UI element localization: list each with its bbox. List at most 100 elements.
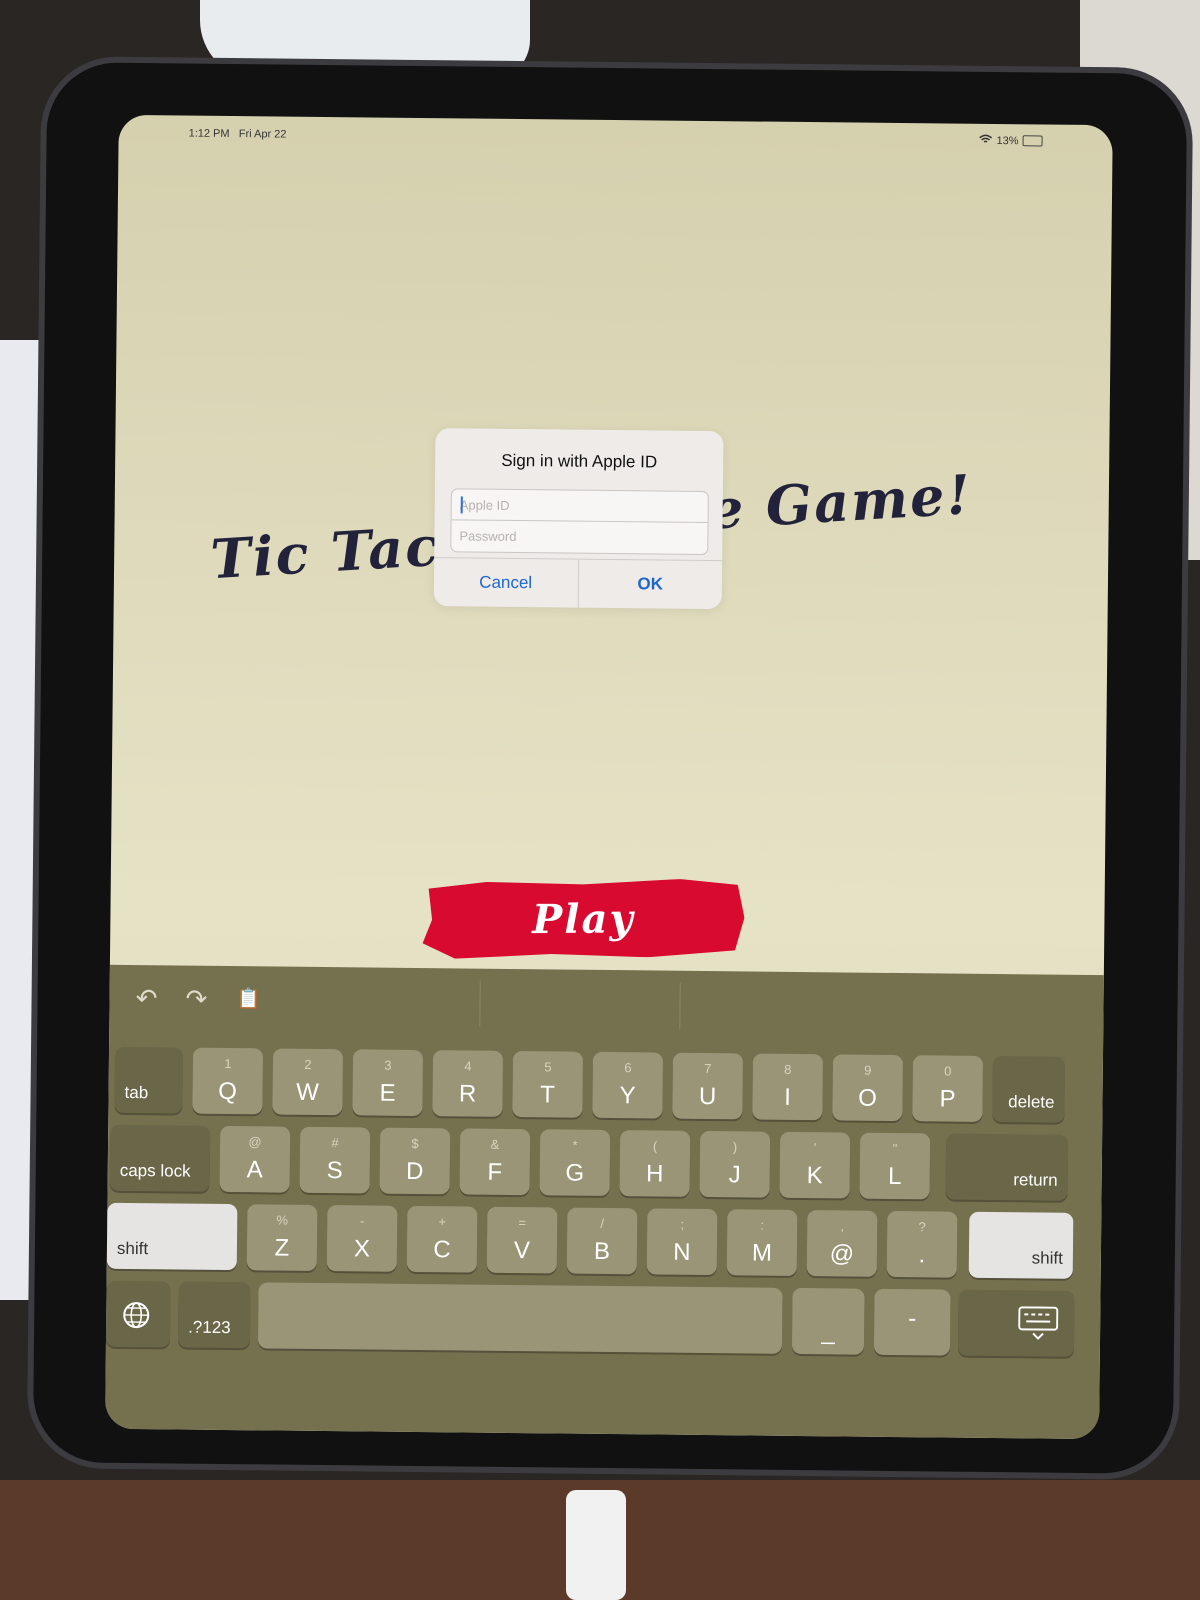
shift-key-left[interactable]: shift <box>106 1202 238 1271</box>
key-z[interactable]: % Z <box>246 1204 318 1271</box>
ok-button[interactable]: OK <box>577 559 723 610</box>
undo-icon[interactable]: ↶ <box>131 983 161 1013</box>
delete-key-label: delete <box>1008 1092 1055 1112</box>
key-label: R <box>458 1080 477 1108</box>
key-alt-label: # <box>331 1135 339 1151</box>
key-alt-label: " <box>892 1140 898 1157</box>
apple-id-field[interactable] <box>451 489 708 523</box>
key-alt-label: 3 <box>384 1057 392 1073</box>
key-alt-label: ? <box>918 1219 926 1235</box>
underscore-key[interactable]: _ <box>791 1287 865 1355</box>
key-k[interactable]: ' K <box>779 1131 851 1199</box>
key-alt-label: 0 <box>944 1063 952 1079</box>
numbers-key[interactable]: .?123 <box>177 1281 251 1349</box>
key-label: T <box>540 1081 556 1109</box>
key-label: E <box>379 1079 396 1107</box>
key-alt-label: 6 <box>624 1060 632 1076</box>
key-label: @ <box>829 1240 855 1268</box>
key-label: J <box>728 1161 741 1189</box>
numbers-key-label: .?123 <box>188 1317 231 1338</box>
key-label: U <box>698 1082 717 1111</box>
key-u[interactable]: 7U <box>672 1052 744 1120</box>
key-i[interactable]: 8I <box>752 1053 824 1121</box>
key-y[interactable]: 6Y <box>592 1051 664 1119</box>
key-label: L <box>887 1162 902 1191</box>
key-q[interactable]: 1Q <box>192 1047 264 1115</box>
ipad-screen: 1:12 PM Fri Apr 22 13% Tic Tac e Game! P… <box>105 114 1113 1440</box>
key-p[interactable]: 0P <box>912 1055 984 1122</box>
delete-key[interactable]: delete <box>992 1056 1066 1123</box>
return-key[interactable]: return <box>945 1133 1069 1201</box>
key-f[interactable]: & F <box>459 1128 531 1196</box>
key-label: Q <box>218 1077 238 1106</box>
key-label: G <box>565 1159 585 1187</box>
key-h[interactable]: (H <box>619 1130 691 1197</box>
key-label: Y <box>619 1082 636 1110</box>
dash-key[interactable]: - <box>873 1288 951 1356</box>
key-label: V <box>513 1237 531 1265</box>
cancel-button[interactable]: Cancel <box>434 558 578 608</box>
key-label: Z <box>274 1234 290 1262</box>
paste-icon[interactable]: 📋 <box>233 984 263 1014</box>
dialog-title: Sign in with Apple ID <box>501 450 658 472</box>
key-s[interactable]: # S <box>299 1126 371 1194</box>
status-bar-right: 13% <box>978 134 1043 148</box>
globe-key[interactable] <box>105 1280 171 1348</box>
dialog-buttons: Cancel OK <box>433 557 723 610</box>
key-alt-label: / <box>600 1215 605 1231</box>
sign-in-dialog: Sign in with Apple ID Cancel OK <box>433 428 724 610</box>
key-r[interactable]: 4R <box>432 1050 504 1117</box>
key-alt-label: @ <box>248 1134 262 1150</box>
key-alt-label: 7 <box>704 1061 712 1077</box>
key-e[interactable]: 3E <box>352 1049 424 1117</box>
key-v[interactable]: = V <box>486 1206 558 1274</box>
key-l[interactable]: " L <box>859 1132 931 1200</box>
key-label: B <box>593 1237 611 1266</box>
redo-icon[interactable]: ↷ <box>181 984 211 1014</box>
key-j[interactable]: ) J <box>699 1130 771 1198</box>
key-label: A <box>246 1156 263 1184</box>
key-x[interactable]: -X <box>326 1205 398 1272</box>
tab-key-label: tab <box>124 1082 149 1103</box>
key-label: X <box>353 1235 371 1263</box>
key-t[interactable]: 5T <box>512 1051 584 1118</box>
onscreen-keyboard: ↶ ↷ 📋 tab delete caps lock return shift … <box>105 964 1104 1440</box>
key-a[interactable]: @ A <box>219 1125 291 1193</box>
status-bar-left: 1:12 PM Fri Apr 22 <box>189 128 287 141</box>
key-alt-label: ( <box>652 1138 658 1154</box>
return-key-label: return <box>1013 1170 1058 1190</box>
key-c[interactable]: + C <box>406 1205 478 1273</box>
play-button[interactable]: Play <box>422 879 745 959</box>
key-d[interactable]: $ D <box>379 1127 451 1195</box>
key-alt-label: 5 <box>544 1059 552 1075</box>
key-alt-label: + <box>438 1214 447 1230</box>
password-field[interactable] <box>451 520 708 554</box>
key-g[interactable]: * G <box>539 1129 611 1197</box>
key-b[interactable]: / B <box>566 1207 638 1275</box>
key-m[interactable]: :M <box>726 1209 798 1276</box>
key-alt-label: 4 <box>464 1058 472 1074</box>
space-bar[interactable] <box>257 1282 783 1354</box>
charging-cable <box>566 1490 626 1600</box>
key-alt-label: 9 <box>864 1062 872 1078</box>
key-symbol-8[interactable]: ?. <box>886 1210 958 1278</box>
toolbar-divider <box>679 982 681 1029</box>
key-w[interactable]: 2W <box>272 1048 344 1116</box>
key-symbol-7[interactable]: , @ <box>806 1210 878 1277</box>
shift-key-right[interactable]: shift <box>968 1211 1074 1279</box>
key-alt-label: ' <box>813 1140 817 1156</box>
key-n[interactable]: ; N <box>646 1208 718 1276</box>
dismiss-keyboard-key[interactable] <box>957 1289 1075 1357</box>
caps-lock-key[interactable]: caps lock <box>109 1124 211 1192</box>
text-cursor <box>460 496 463 514</box>
key-alt-label: $ <box>411 1135 419 1152</box>
key-alt-label: 8 <box>784 1061 792 1077</box>
key-label: K <box>806 1162 823 1190</box>
tab-key[interactable]: tab <box>114 1046 184 1114</box>
key-o[interactable]: 9O <box>832 1054 904 1122</box>
toolbar-divider <box>479 980 481 1027</box>
key-alt-label: ) <box>732 1139 738 1155</box>
key-label: P <box>939 1085 956 1113</box>
key-label: F <box>487 1158 503 1186</box>
key-label: M <box>751 1239 773 1267</box>
